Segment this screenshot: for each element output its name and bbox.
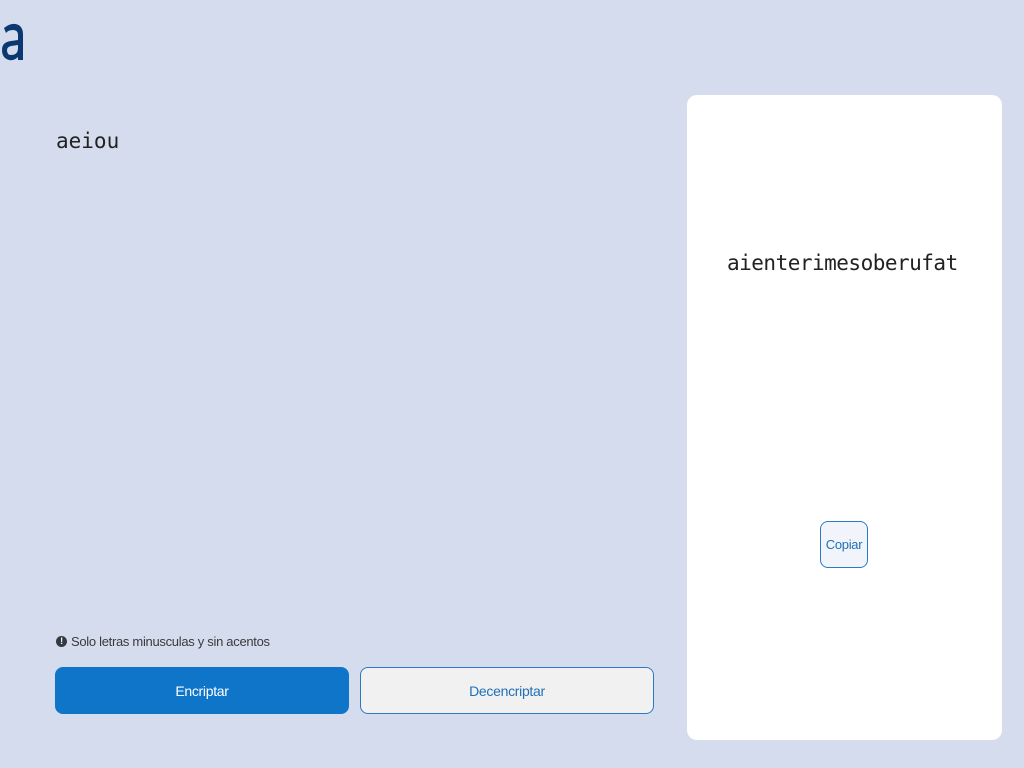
decrypt-button[interactable]: Decencriptar (360, 667, 654, 714)
encrypt-button[interactable]: Encriptar (55, 667, 349, 714)
hint-text: Solo letras minusculas y sin acentos (71, 634, 270, 649)
output-result-text: aienterimesoberufat (727, 251, 958, 275)
copy-button[interactable]: Copiar (820, 521, 868, 568)
text-input[interactable] (56, 128, 646, 608)
alura-logo-icon (2, 23, 23, 61)
output-panel: aienterimesoberufat Copiar (687, 95, 1002, 740)
info-icon: ! (56, 636, 67, 647)
hint-message: ! Solo letras minusculas y sin acentos (56, 634, 270, 649)
